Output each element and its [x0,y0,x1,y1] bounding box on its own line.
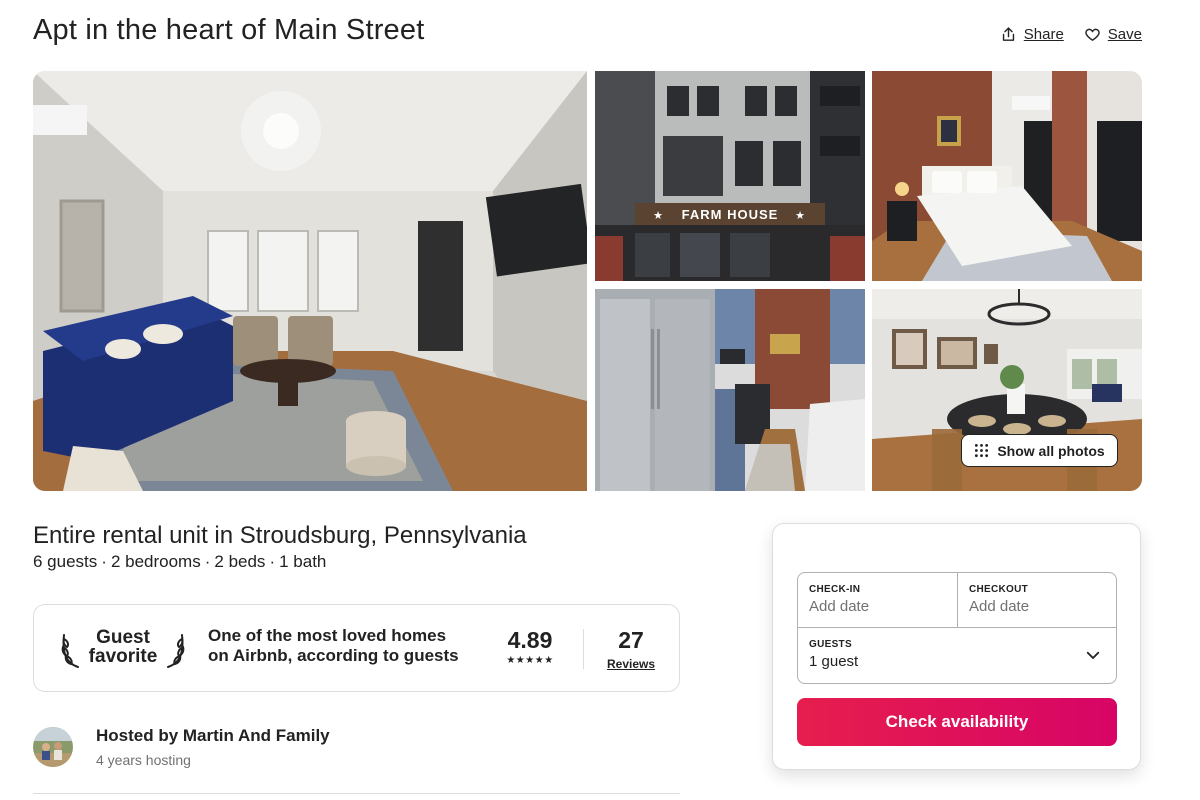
show-all-photos-button[interactable]: Show all photos [961,434,1118,467]
rating-value: 4.89 [507,627,553,653]
svg-text:★: ★ [653,209,663,222]
guest-favorite-text: Guest favorite [84,628,162,666]
host-avatar[interactable] [33,727,73,767]
grid-dots-icon [975,443,989,458]
listing-subtitle: Entire rental unit in Stroudsburg, Penns… [33,522,527,549]
share-label: Share [1023,26,1064,43]
booking-fields: CHECK-IN Add date CHECKOUT Add date GUES… [797,572,1117,684]
reviews-block: 27 Reviews [603,627,659,671]
guest-favorite-card: Guest favorite One of the most loved hom… [33,604,680,692]
detail-beds: 2 beds [214,552,266,571]
chevron-down-icon [1086,651,1100,659]
guest-favorite-line1: Guest [96,627,150,648]
heart-icon [1085,28,1100,41]
listing-details: 6 guests · 2 bedrooms · 2 beds · 1 bath [33,552,326,572]
review-count: 27 [618,627,644,653]
share-icon [1002,27,1014,41]
checkout-value: Add date [969,598,1030,615]
guests-label: GUESTS [809,639,852,650]
detail-separator: · [204,552,211,571]
host-years: 4 years hosting [96,752,191,768]
detail-guests: 6 guests [33,552,98,571]
laurel-left-icon [61,634,79,668]
guest-favorite-line2: favorite [88,646,158,667]
checkout-label: CHECKOUT [969,584,1029,595]
farmhouse-sign: FARM HOUSE [682,207,779,222]
photo-exterior[interactable]: FARM HOUSE ★ ★ [595,71,865,281]
checkin-label: CHECK-IN [809,584,861,595]
guests-select[interactable]: GUESTS 1 guest [798,628,1116,683]
detail-baths: 1 bath [279,552,327,571]
share-button[interactable]: Share [1000,26,1064,43]
listing-title: Apt in the heart of Main Street [33,14,425,46]
reviews-link[interactable]: Reviews [603,657,659,671]
host-name: Hosted by Martin And Family [96,726,330,745]
show-all-photos-label: Show all photos [997,442,1105,459]
section-divider [33,793,680,794]
checkin-field[interactable]: CHECK-IN Add date [798,573,958,628]
photo-kitchen[interactable] [595,289,865,491]
detail-separator: · [101,552,107,571]
photo-bedroom[interactable] [872,71,1142,281]
check-availability-button[interactable]: Check availability [797,698,1117,746]
booking-card: CHECK-IN Add date CHECKOUT Add date GUES… [772,523,1141,770]
guest-favorite-badge: Guest favorite [58,627,188,671]
guests-value: 1 guest [809,653,859,670]
top-actions: Share Save [1000,26,1142,43]
svg-text:★: ★ [795,209,805,222]
photo-gallery: FARM HOUSE ★ ★ [33,71,1142,491]
host-section: Hosted by Martin And Family 4 years host… [33,726,330,768]
checkout-field[interactable]: CHECKOUT Add date [958,573,1116,628]
photo-living-room[interactable] [33,71,587,491]
checkin-value: Add date [809,598,870,615]
save-label: Save [1107,26,1142,43]
rating-divider [583,629,584,669]
laurel-right-icon [167,634,185,668]
rating-block: 4.89 ★★★★★ [500,627,560,666]
guest-favorite-description: One of the most loved homes on Airbnb, a… [208,626,459,665]
detail-separator: · [269,552,276,571]
host-text: Hosted by Martin And Family 4 years host… [96,726,330,768]
detail-bedrooms: 2 bedrooms [110,552,201,571]
save-button[interactable]: Save [1084,26,1142,43]
star-icon: ★★★★★ [506,655,554,666]
